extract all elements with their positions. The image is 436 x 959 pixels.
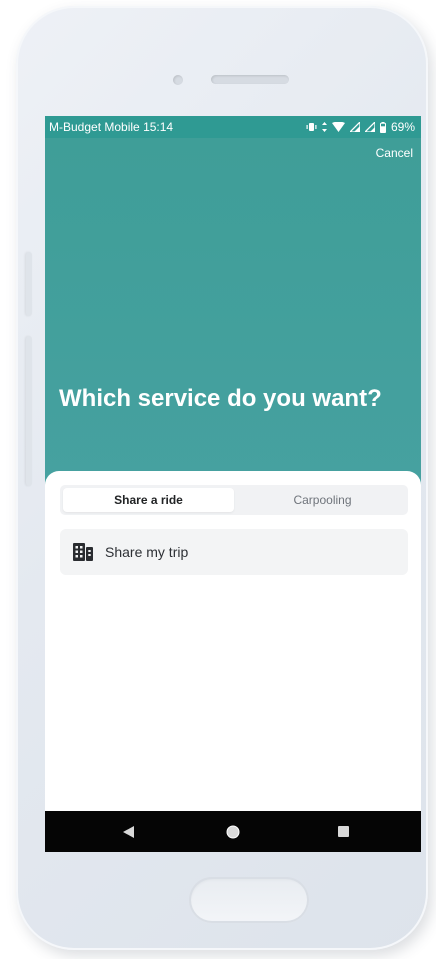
nav-home-button[interactable] — [213, 811, 253, 852]
share-my-trip-option[interactable]: Share my trip — [60, 529, 408, 575]
system-nav-bar — [45, 811, 421, 852]
phone-side-button — [26, 336, 32, 486]
signal-icon — [364, 122, 375, 132]
status-left: M-Budget Mobile 15:14 — [49, 120, 173, 134]
status-time: 15:14 — [143, 120, 174, 134]
header-banner: Cancel Which service do you want? — [45, 138, 421, 488]
service-tabs: Share a ride Carpooling — [60, 485, 408, 515]
wifi-icon — [331, 122, 345, 132]
data-arrows-icon — [321, 122, 327, 132]
app-screen: M-Budget Mobile 15:14 69% Cancel Which s… — [45, 116, 421, 852]
phone-side-button — [26, 252, 32, 316]
home-icon — [226, 825, 240, 838]
vibrate-icon — [306, 123, 317, 131]
battery-icon — [379, 121, 386, 133]
service-sheet: Share a ride Carpooling Share my trip — [45, 471, 421, 811]
status-icons: 69% — [306, 120, 415, 134]
nav-back-button[interactable] — [108, 811, 148, 852]
back-icon — [122, 825, 134, 838]
tab-carpooling[interactable]: Carpooling — [237, 485, 408, 515]
share-my-trip-label: Share my trip — [105, 544, 189, 560]
recents-icon — [337, 826, 349, 837]
building-icon — [73, 543, 93, 561]
cancel-button[interactable]: Cancel — [376, 146, 413, 160]
physical-home-button[interactable] — [189, 877, 309, 923]
tab-share-a-ride[interactable]: Share a ride — [63, 488, 234, 512]
nav-recents-button[interactable] — [323, 811, 363, 852]
carrier-name: M-Budget Mobile — [49, 120, 140, 134]
page-title: Which service do you want? — [59, 385, 382, 412]
status-bar: M-Budget Mobile 15:14 69% — [45, 116, 421, 138]
front-camera — [173, 75, 183, 85]
battery-level: 69% — [390, 120, 415, 134]
signal-icon — [349, 122, 360, 132]
earpiece-speaker — [211, 75, 289, 84]
